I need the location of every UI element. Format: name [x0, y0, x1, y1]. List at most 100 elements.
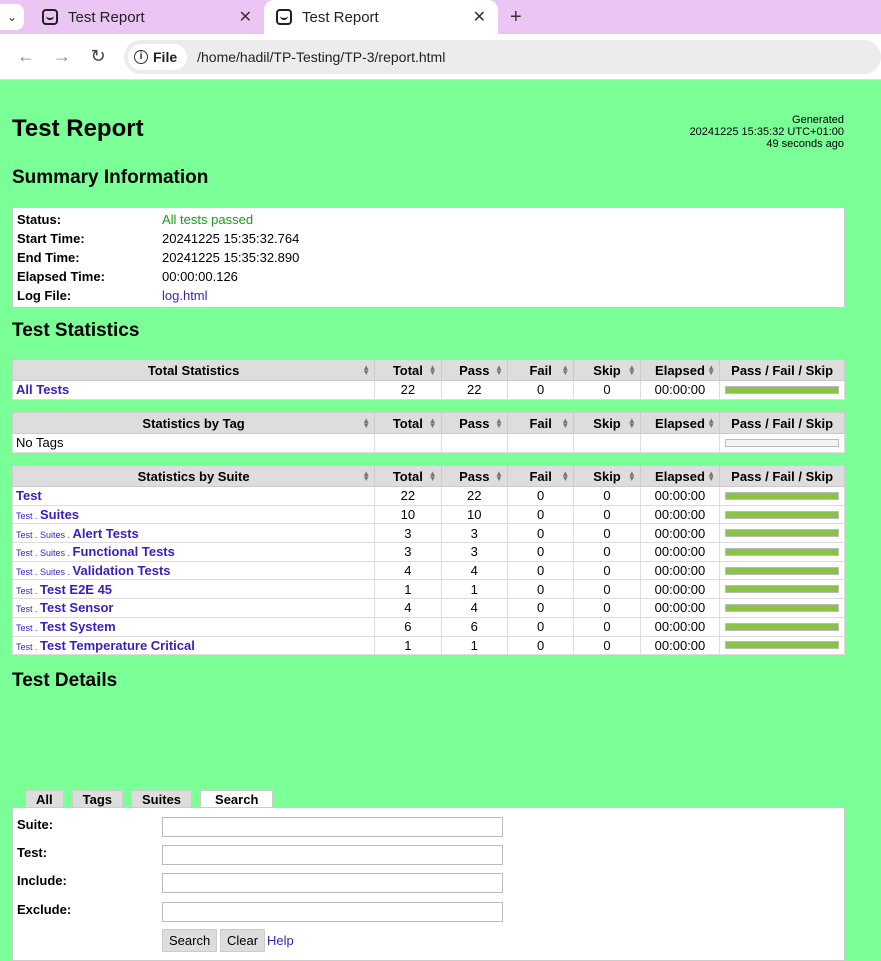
end-time-value: 20241225 15:35:32.890 [162, 250, 300, 265]
sort-arrows-icon[interactable]: ▲ ▼ [429, 470, 437, 483]
details-heading: Test Details [12, 670, 118, 691]
sort-arrows-icon[interactable]: ▲ ▼ [561, 364, 569, 377]
stats-header-row: Total Statistics ▲ ▼ Total ▲ ▼ Pass ▲ ▼ Fail ▲ ▼ Ski… [11, 359, 845, 381]
summary-row-end: End Time: 20241225 15:35:32.890 [17, 248, 840, 267]
pass-fail-skip-bar [725, 547, 840, 556]
url-text[interactable]: /home/hadil/TP-Testing/TP-3/report.html [197, 49, 445, 65]
sort-arrows-icon[interactable]: ▲ ▼ [707, 364, 715, 377]
browser-tab-1[interactable]: Test Report ✕ [30, 0, 264, 34]
stat-name-link[interactable]: Test E2E 45 [40, 582, 112, 597]
clear-button[interactable]: Clear [220, 929, 266, 952]
sort-arrows-icon[interactable]: ▲ ▼ [495, 470, 503, 483]
column-header[interactable]: Elapsed ▲ ▼ [639, 412, 721, 434]
site-info-chip[interactable]: i File [128, 43, 188, 70]
pass-fail-skip-bar [725, 529, 840, 538]
sort-arrows-icon[interactable]: ▲ ▼ [429, 417, 437, 430]
stat-fail-cell: 0 [506, 598, 575, 618]
sort-arrows-icon[interactable]: ▲ ▼ [362, 364, 370, 377]
new-tab-plus-icon[interactable]: + [510, 6, 522, 29]
sort-arrows-icon[interactable]: ▲ ▼ [362, 417, 370, 430]
parent-suite-prefix[interactable]: Test . [16, 604, 40, 614]
stat-name-link[interactable]: All Tests [16, 382, 69, 397]
column-header[interactable]: Fail ▲ ▼ [506, 359, 575, 381]
name-column-header[interactable]: Total Statistics ▲ ▼ [11, 359, 376, 381]
summary-row-status: Status: All tests passed [17, 210, 840, 229]
stats-header-row: Statistics by Suite ▲ ▼ Total ▲ ▼ Pass ▲ ▼ Fail ▲ ▼… [11, 465, 845, 487]
sort-arrows-icon[interactable]: ▲ ▼ [707, 417, 715, 430]
tab-search[interactable]: Search [200, 790, 274, 808]
stat-skip-cell: 0 [573, 598, 641, 618]
column-header[interactable]: Pass ▲ ▼ [440, 359, 508, 381]
tab-suites[interactable]: Suites [131, 790, 193, 807]
browser-tab-2[interactable]: Test Report ✕ [264, 0, 498, 34]
column-header[interactable]: Skip ▲ ▼ [573, 412, 641, 434]
column-header-label: Skip [593, 415, 621, 431]
column-header[interactable]: Fail ▲ ▼ [506, 465, 575, 487]
parent-suite-prefix[interactable]: Test . [16, 586, 40, 596]
sort-arrows-icon[interactable]: ▲ ▼ [495, 417, 503, 430]
omnibox[interactable]: i File /home/hadil/TP-Testing/TP-3/repor… [124, 39, 881, 74]
test-search-input[interactable] [162, 845, 503, 865]
stat-name-link[interactable]: Test Sensor [40, 600, 113, 615]
tab-close-icon[interactable]: ✕ [473, 7, 486, 27]
stat-name-link[interactable]: Test Temperature Critical [40, 638, 195, 653]
column-header[interactable]: Total ▲ ▼ [374, 465, 442, 487]
pass-fail-skip-bar [725, 566, 840, 575]
parent-suite-prefix[interactable]: Test . [16, 623, 40, 633]
tag-statistics-table: Statistics by Tag ▲ ▼ Total ▲ ▼ Pass ▲ ▼ Fail ▲ ▼ Sk… [11, 412, 845, 453]
column-header[interactable]: Skip ▲ ▼ [573, 359, 641, 381]
parent-suite-prefix[interactable]: Test . Suites . [16, 548, 73, 558]
summary-heading: Summary Information [12, 167, 209, 188]
column-header[interactable]: Fail ▲ ▼ [506, 412, 575, 434]
site-info-label: File [153, 48, 178, 65]
stat-skip-cell: 0 [573, 486, 641, 506]
suite-search-input[interactable] [162, 817, 503, 837]
sort-arrows-icon[interactable]: ▲ ▼ [628, 364, 636, 377]
stat-name-link[interactable]: Suites [40, 507, 79, 522]
help-link[interactable]: Help [267, 933, 294, 948]
stat-name-cell: Test . Suites [11, 504, 376, 525]
sort-arrows-icon[interactable]: ▲ ▼ [495, 364, 503, 377]
tab-close-icon[interactable]: ✕ [239, 7, 252, 27]
sort-arrows-icon[interactable]: ▲ ▼ [707, 470, 715, 483]
parent-suite-prefix[interactable]: Test . Suites . [16, 530, 73, 540]
column-header[interactable]: Skip ▲ ▼ [573, 465, 641, 487]
reload-icon[interactable]: ↻ [80, 46, 116, 67]
parent-suite-prefix[interactable]: Test . [16, 642, 40, 652]
column-header[interactable]: Total ▲ ▼ [374, 359, 442, 381]
generated-info: Generated 20241225 15:35:32 UTC+01:00 49… [690, 114, 844, 150]
summary-table: Status: All tests passed Start Time: 202… [12, 207, 845, 308]
tab-tags[interactable]: Tags [71, 790, 124, 807]
sort-arrows-icon[interactable]: ▲ ▼ [628, 417, 636, 430]
forward-arrow-icon[interactable]: → [44, 46, 80, 67]
sort-arrows-icon[interactable]: ▲ ▼ [628, 470, 636, 483]
column-header[interactable]: Pass ▲ ▼ [440, 412, 508, 434]
column-header[interactable]: Pass ▲ ▼ [440, 465, 508, 487]
include-search-input[interactable] [162, 873, 503, 893]
stat-name-link[interactable]: Test System [40, 619, 116, 634]
table-row: Test 22 22 0 0 00:00:00 [11, 486, 845, 506]
parent-suite-prefix[interactable]: Test . Suites . [16, 567, 73, 577]
sort-arrows-icon[interactable]: ▲ ▼ [561, 470, 569, 483]
column-header[interactable]: Total ▲ ▼ [374, 412, 442, 434]
stat-skip-cell: 0 [573, 523, 641, 544]
column-header[interactable]: Elapsed ▲ ▼ [639, 359, 721, 381]
back-arrow-icon[interactable]: ← [8, 46, 44, 67]
column-header[interactable]: Elapsed ▲ ▼ [639, 465, 721, 487]
search-button[interactable]: Search [162, 929, 218, 952]
sort-arrows-icon[interactable]: ▲ ▼ [561, 417, 569, 430]
parent-suite-prefix[interactable]: Test . [16, 511, 40, 521]
stat-name-link[interactable]: Alert Tests [73, 526, 139, 541]
stat-name-link[interactable]: Validation Tests [73, 563, 171, 578]
name-column-header[interactable]: Statistics by Tag ▲ ▼ [11, 412, 376, 434]
log-file-link[interactable]: log.html [162, 288, 208, 303]
stat-name-link[interactable]: Test [16, 488, 42, 503]
tab-all[interactable]: All [25, 790, 64, 807]
tab-search-chevron-icon[interactable]: ⌄ [0, 4, 24, 30]
stat-name-link[interactable]: Functional Tests [73, 544, 175, 559]
exclude-search-input[interactable] [162, 902, 503, 922]
tab-title: Test Report [68, 8, 145, 26]
name-column-header[interactable]: Statistics by Suite ▲ ▼ [11, 465, 376, 487]
sort-arrows-icon[interactable]: ▲ ▼ [429, 364, 437, 377]
sort-arrows-icon[interactable]: ▲ ▼ [362, 470, 370, 483]
